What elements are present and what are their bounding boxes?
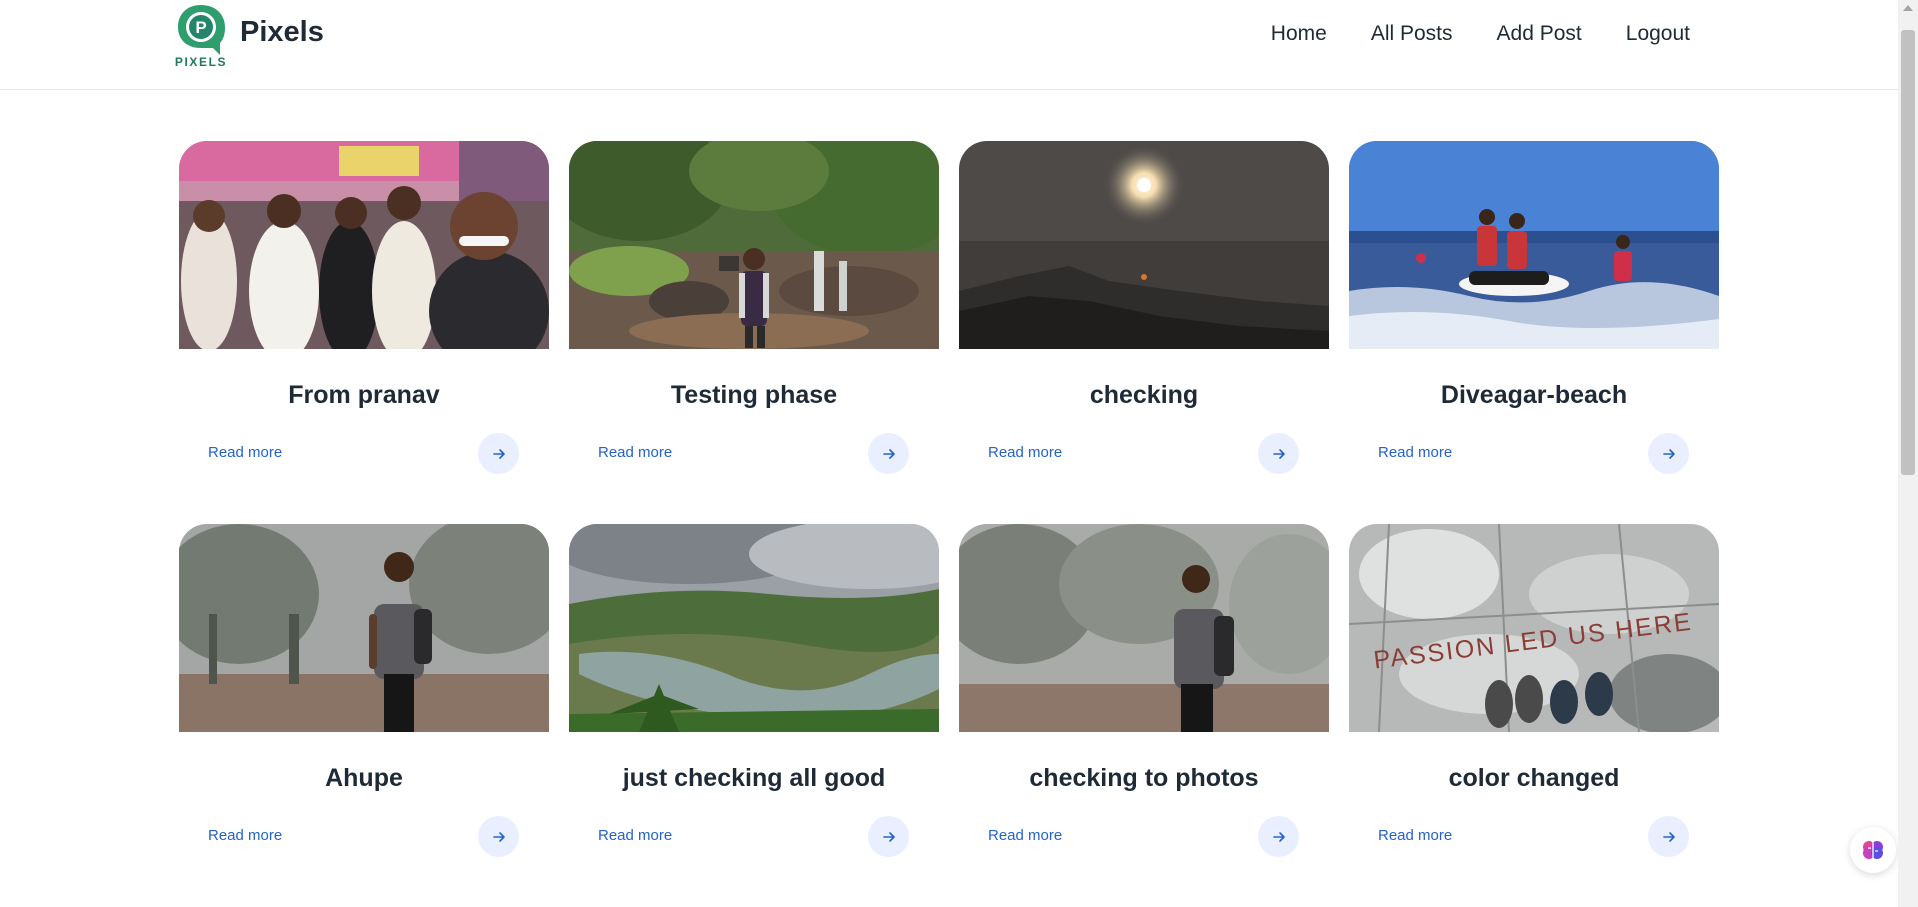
post-title: color changed bbox=[1448, 764, 1620, 792]
arrow-right-icon bbox=[1662, 831, 1675, 842]
nav-all-posts[interactable]: All Posts bbox=[1371, 22, 1453, 48]
arrow-right-icon bbox=[492, 448, 505, 459]
vertical-scrollbar[interactable] bbox=[1898, 0, 1918, 907]
arrow-right-icon bbox=[492, 831, 505, 842]
posts-grid: From pranav Read more Testing phase Read… bbox=[179, 141, 1719, 907]
main-nav: Home All Posts Add Post Logout bbox=[1227, 22, 1690, 48]
arrow-right-icon bbox=[1272, 831, 1285, 842]
post-image[interactable] bbox=[179, 141, 549, 349]
post-image[interactable] bbox=[959, 524, 1329, 732]
svg-text:P: P bbox=[195, 18, 206, 37]
post-image[interactable] bbox=[179, 524, 549, 732]
post-title: checking to photos bbox=[1029, 764, 1259, 792]
open-post-button[interactable] bbox=[868, 816, 909, 857]
post-card: checking Read more bbox=[959, 141, 1329, 524]
post-card: From pranav Read more bbox=[179, 141, 549, 524]
open-post-button[interactable] bbox=[478, 816, 519, 857]
arrow-right-icon bbox=[882, 448, 895, 459]
scroll-up-arrow-icon[interactable] bbox=[1903, 5, 1913, 11]
logo-wordmark: PIXELS bbox=[174, 55, 228, 69]
post-image[interactable] bbox=[1349, 141, 1719, 349]
post-title: checking bbox=[1089, 381, 1199, 409]
post-image[interactable] bbox=[569, 524, 939, 732]
post-image[interactable] bbox=[569, 141, 939, 349]
open-post-button[interactable] bbox=[478, 433, 519, 474]
nav-add-post[interactable]: Add Post bbox=[1497, 22, 1582, 48]
read-more-link[interactable]: Read more bbox=[988, 444, 1062, 461]
open-post-button[interactable] bbox=[868, 433, 909, 474]
post-card: Testing phase Read more bbox=[569, 141, 939, 524]
post-image[interactable]: PASSION LED US HERE bbox=[1349, 524, 1719, 732]
post-card: Diveagar-beach Read more bbox=[1349, 141, 1719, 524]
open-post-button[interactable] bbox=[1258, 433, 1299, 474]
post-title: Testing phase bbox=[670, 381, 838, 409]
post-title: Ahupe bbox=[325, 764, 403, 792]
arrow-right-icon bbox=[882, 831, 895, 842]
post-card: PASSION LED US HERE color changed Read m… bbox=[1349, 524, 1719, 907]
read-more-link[interactable]: Read more bbox=[208, 827, 282, 844]
open-post-button[interactable] bbox=[1648, 433, 1689, 474]
nav-home[interactable]: Home bbox=[1271, 22, 1327, 48]
brain-widget-button[interactable] bbox=[1850, 827, 1896, 873]
open-post-button[interactable] bbox=[1258, 816, 1299, 857]
brain-icon bbox=[1863, 841, 1883, 859]
post-title: From pranav bbox=[288, 381, 440, 409]
post-card: checking to photos Read more bbox=[959, 524, 1329, 907]
post-card: Ahupe Read more bbox=[179, 524, 549, 907]
read-more-link[interactable]: Read more bbox=[208, 444, 282, 461]
read-more-link[interactable]: Read more bbox=[598, 827, 672, 844]
brand-title[interactable]: Pixels bbox=[240, 16, 324, 49]
post-image[interactable] bbox=[959, 141, 1329, 349]
post-card: just checking all good Read more bbox=[569, 524, 939, 907]
nav-logout[interactable]: Logout bbox=[1626, 22, 1690, 48]
arrow-right-icon bbox=[1662, 448, 1675, 459]
arrow-right-icon bbox=[1272, 448, 1285, 459]
read-more-link[interactable]: Read more bbox=[988, 827, 1062, 844]
read-more-link[interactable]: Read more bbox=[598, 444, 672, 461]
site-header: P PIXELS Pixels Home All Posts Add Post … bbox=[0, 0, 1898, 90]
scrollbar-thumb[interactable] bbox=[1901, 30, 1915, 475]
read-more-link[interactable]: Read more bbox=[1378, 444, 1452, 461]
open-post-button[interactable] bbox=[1648, 816, 1689, 857]
post-title: just checking all good bbox=[622, 764, 886, 792]
post-title: Diveagar-beach bbox=[1440, 381, 1628, 409]
read-more-link[interactable]: Read more bbox=[1378, 827, 1452, 844]
